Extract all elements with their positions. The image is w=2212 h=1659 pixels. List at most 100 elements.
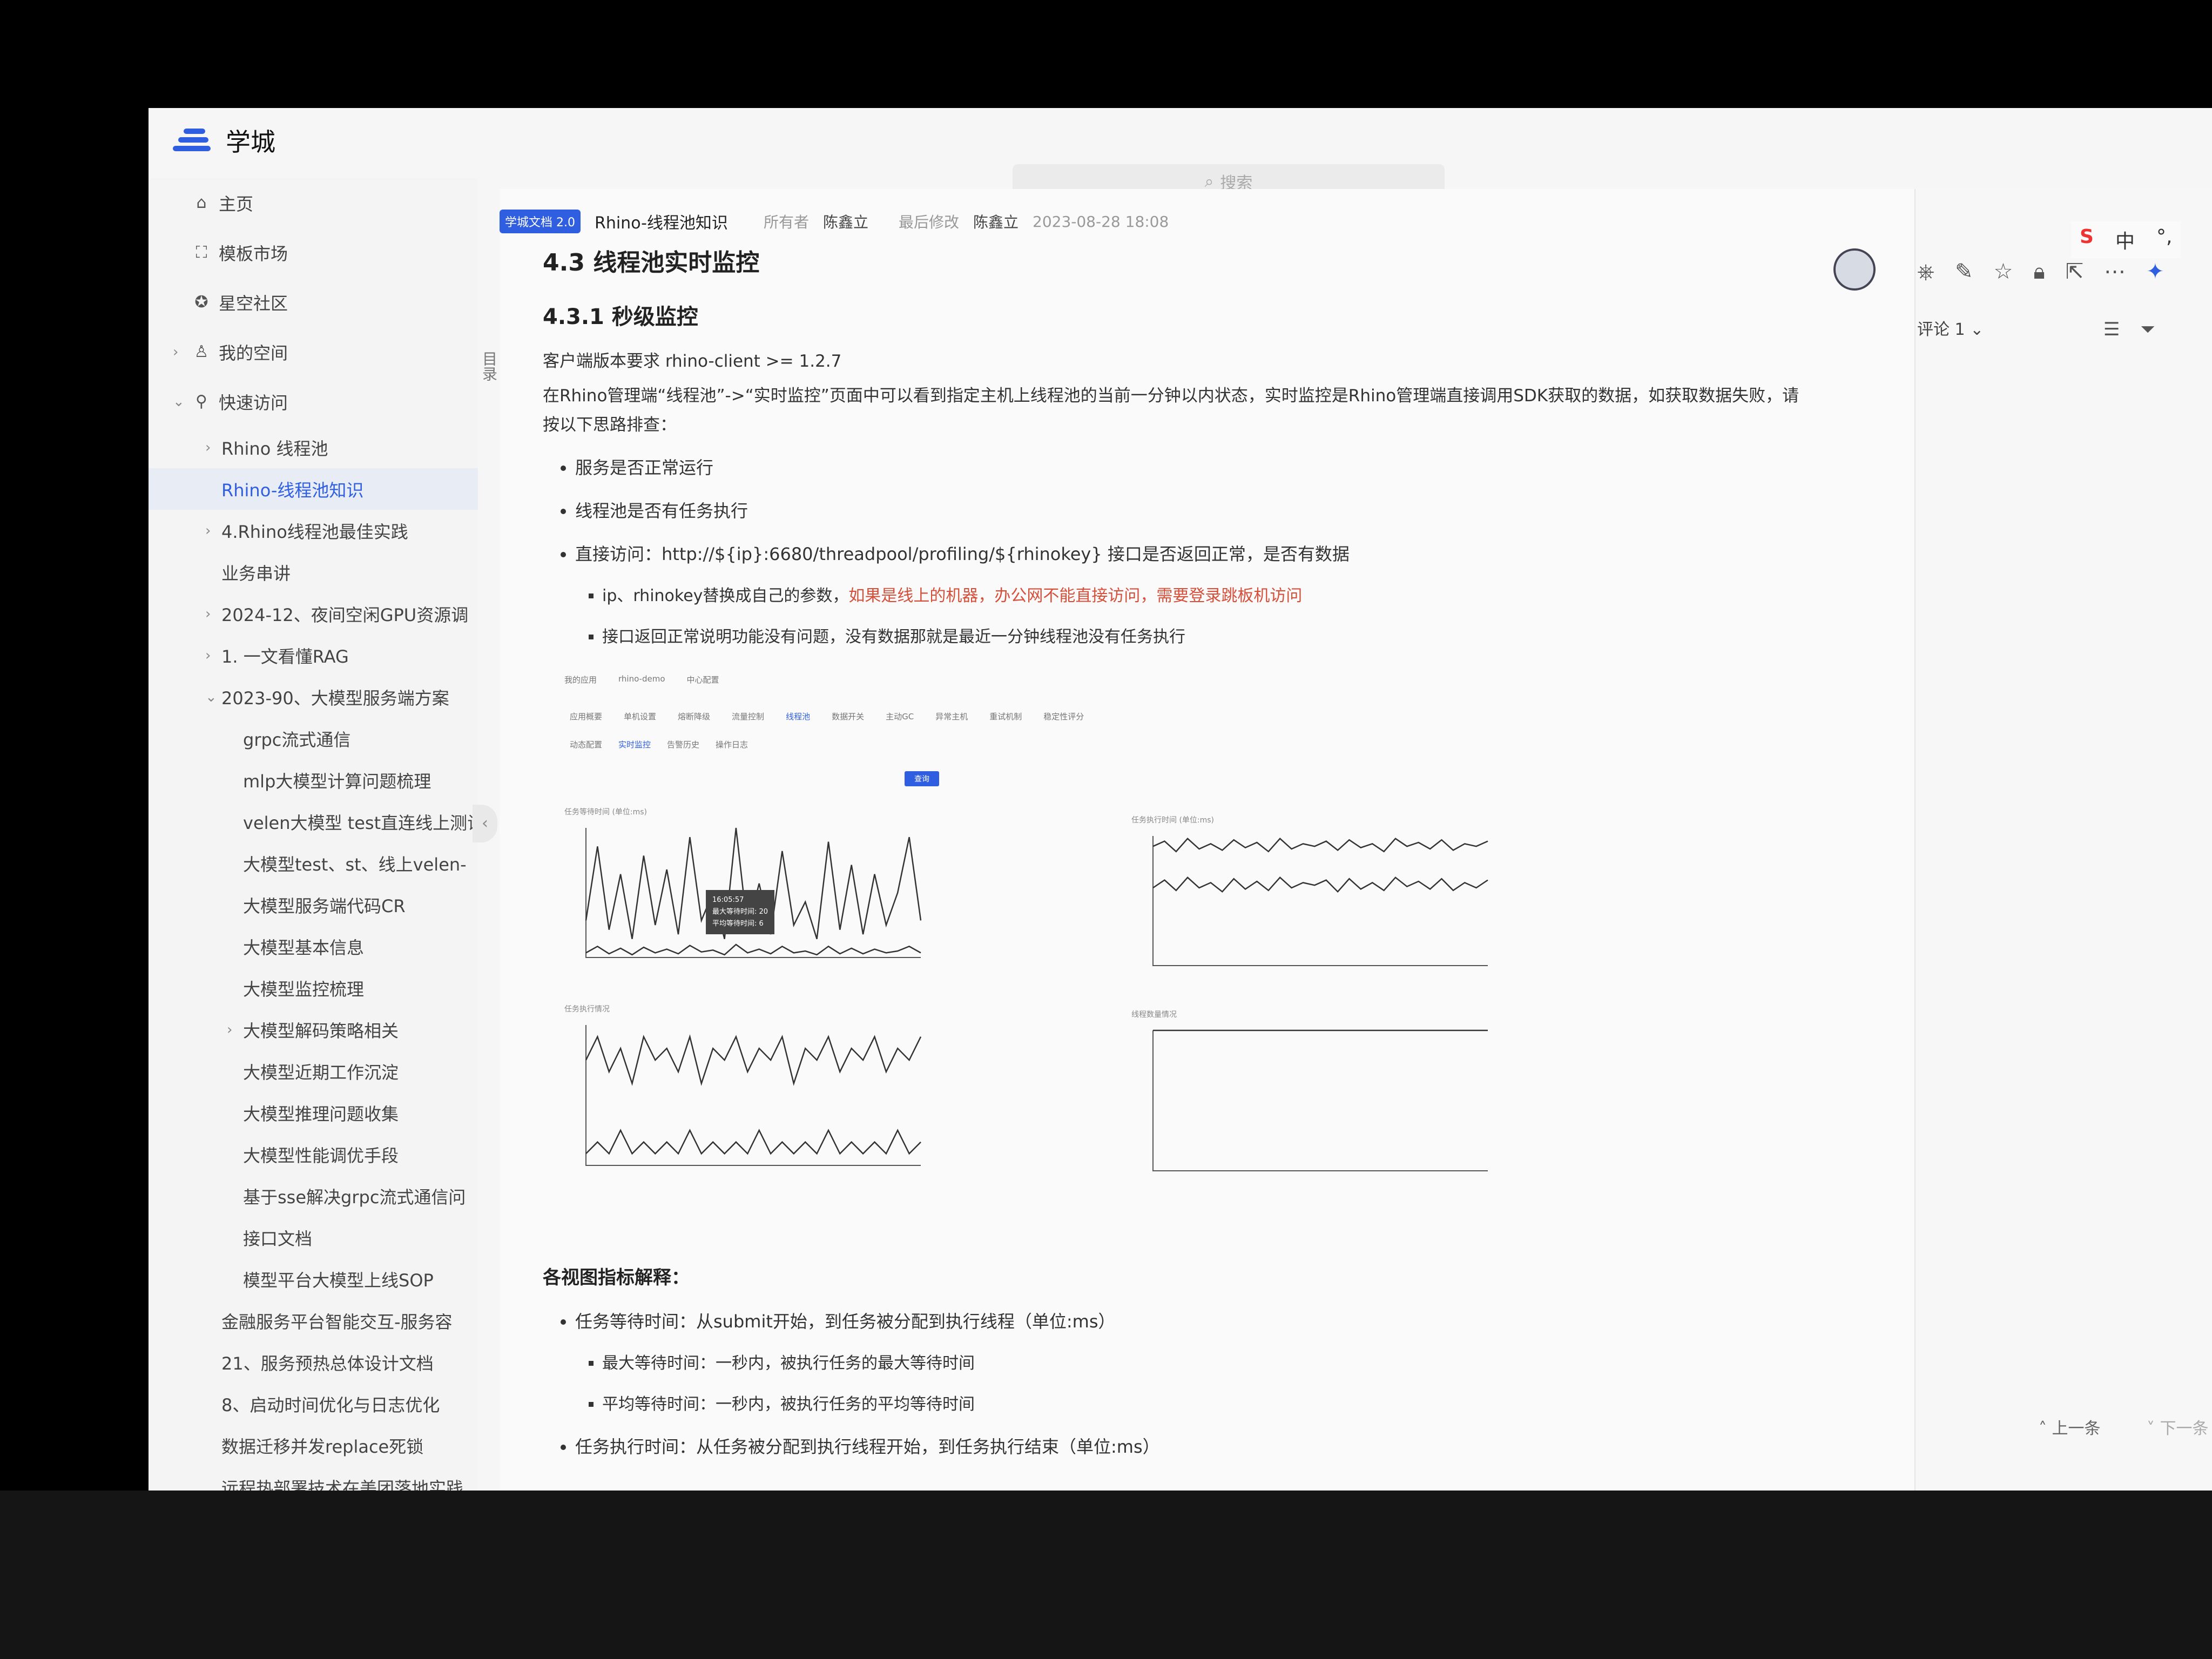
sidebar-tree-item[interactable]: 业务串讲 <box>149 551 478 593</box>
chart-series-line <box>585 1034 922 1086</box>
sidebar-item-label: 我的空间 <box>219 343 288 363</box>
embedded-tab: 应用概要 <box>570 712 603 721</box>
sidebar-tree-item[interactable]: 21、服务预热总体设计文档 <box>149 1341 478 1383</box>
sidebar-tree-label: 大模型性能调优手段 <box>243 1145 399 1166</box>
pin-icon[interactable]: ✎ <box>1955 259 1973 284</box>
quick-access-tree: › Rhino 线程池 Rhino-线程池知识 › 4.Rhino线程池最佳实践业务串讲… <box>149 427 478 1491</box>
chevron-right-icon[interactable]: › <box>173 344 178 360</box>
sidebar-tree-item[interactable]: › 1. 一文看懂RAG <box>149 635 478 676</box>
chevron-right-icon[interactable]: › <box>227 1022 232 1038</box>
sidebar-item-templates[interactable]: ⛶ 模板市场 <box>149 228 478 278</box>
lock-icon[interactable]: 🔒︎ <box>2033 259 2045 284</box>
sidebar-tree-item[interactable]: 远程热部署技术在美团落地实践 <box>149 1466 478 1491</box>
embedded-text: rhino-demo <box>618 674 665 684</box>
sidebar-tree-item[interactable]: › Rhino 线程池 <box>149 427 478 468</box>
right-panel <box>1914 189 2212 1491</box>
list-item-text: 任务等待时间：从submit开始，到任务被分配到执行线程（单位:ms） <box>575 1311 1116 1332</box>
chart-series-line <box>1152 838 1488 853</box>
sidebar: ⌂ 主页 ⛶ 模板市场 ✪ 星空社区 › ♙ 我的空间 ⌄ ⚲ 快速访问 › Rh <box>149 178 478 1491</box>
sidebar-tree-item[interactable]: 接口文档 <box>149 1217 478 1258</box>
sidebar-tree-item[interactable]: › 4.Rhino线程池最佳实践 <box>149 510 478 551</box>
sparkle-icon[interactable]: ✦ <box>2146 259 2164 284</box>
logo[interactable]: 学城 <box>173 123 275 158</box>
layout-icon[interactable]: ☰ <box>2103 319 2120 340</box>
sidebar-tree-item[interactable]: › 2024-12、夜间空闲GPU资源调 <box>149 593 478 635</box>
sidebar-item-my-space[interactable]: › ♙ 我的空间 <box>149 327 478 377</box>
comment-count[interactable]: 评论 1 ⌄ <box>1917 316 1984 340</box>
sidebar-tree-label: 4.Rhino线程池最佳实践 <box>221 521 408 542</box>
embedded-tab: 数据开关 <box>832 712 865 721</box>
filter-icon[interactable]: ⏷ <box>2140 319 2155 340</box>
laptop-bezel <box>0 1491 2212 1659</box>
collapse-sidebar-button[interactable]: ‹ <box>473 805 497 842</box>
ime-logo[interactable]: S <box>2080 226 2094 254</box>
version-badge: 学城文档 2.0 <box>500 210 581 233</box>
sidebar-tree-label: 大模型test、st、线上velen- <box>243 854 467 875</box>
sidebar-item-label: 主页 <box>219 194 254 214</box>
sidebar-tree-item[interactable]: 金融服务平台智能交互-服务容 <box>149 1300 478 1341</box>
list-item: 最大等待时间：一秒内，被执行任务的最大等待时间 <box>602 1343 1812 1384</box>
chart-series-line <box>585 1129 921 1155</box>
embedded-tab: 线程池 <box>786 712 811 721</box>
sidebar-tree-item[interactable]: mlp大模型计算问题梳理 <box>149 759 478 801</box>
chevron-right-icon[interactable]: › <box>205 440 211 456</box>
sidebar-tree-label: 模型平台大模型上线SOP <box>243 1270 434 1291</box>
sidebar-tree-label: 远程热部署技术在美团落地实践 <box>221 1478 464 1491</box>
chevron-right-icon[interactable]: › <box>205 648 211 664</box>
sidebar-tree-item[interactable]: › 大模型解码策略相关 <box>149 1009 478 1050</box>
sidebar-tree-item[interactable]: ⌄ 2023-90、大模型服务端方案 <box>149 676 478 718</box>
next-button[interactable]: ˅ 下一条 <box>2147 1415 2209 1439</box>
ime-toolbar: S 中 °, <box>2071 221 2181 258</box>
ime-punct[interactable]: °, <box>2156 226 2172 254</box>
sidebar-tree-item[interactable]: 大模型服务端代码CR <box>149 884 478 926</box>
sidebar-tree-item[interactable]: grpc流式通信 <box>149 718 478 759</box>
sidebar-tree-item[interactable]: 8、启动时间优化与日志优化 <box>149 1383 478 1425</box>
chart-axis <box>1152 1030 1488 1171</box>
sidebar-tree-item[interactable]: 大模型推理问题收集 <box>149 1092 478 1134</box>
chevron-down-icon[interactable]: ⌄ <box>205 689 217 705</box>
doc-toolbar: ⎈ ✎ ☆ 🔒︎ ⇱ ⋯ ✦ <box>1917 259 2164 284</box>
embedded-subtabs: 动态配置 实时监控 告警历史 操作日志 <box>570 739 748 750</box>
sidebar-item-community[interactable]: ✪ 星空社区 <box>149 278 478 327</box>
sidebar-item-quick-access[interactable]: ⌄ ⚲ 快速访问 <box>149 377 478 427</box>
sidebar-tree-item[interactable]: 模型平台大模型上线SOP <box>149 1258 478 1300</box>
sidebar-tree-item[interactable]: 大模型监控梳理 <box>149 967 478 1009</box>
community-icon: ✪ <box>194 293 208 312</box>
list-item: 服务是否正常运行 <box>575 446 1812 489</box>
sidebar-tree-item[interactable]: 基于sse解决grpc流式通信问 <box>149 1175 478 1217</box>
embedded-tabs: 应用概要 单机设置 熔断降级 流量控制 线程池 数据开关 主动GC 异常主机 重试机制 稳定性评分 <box>570 711 1084 722</box>
star-icon[interactable]: ☆ <box>1994 259 2013 284</box>
sidebar-tree-item[interactable]: 大模型近期工作沉淀 <box>149 1050 478 1092</box>
owner-name[interactable]: 陈鑫立 <box>823 211 868 232</box>
metrics-list: 任务等待时间：从submit开始，到任务被分配到执行线程（单位:ms） 最大等待… <box>543 1300 1812 1468</box>
chevron-down-icon: ˅ <box>2147 1419 2155 1438</box>
prev-button[interactable]: ˄ 上一条 <box>2039 1415 2101 1439</box>
chevron-right-icon[interactable]: › <box>205 523 211 539</box>
chevron-down-icon[interactable]: ⌄ <box>173 394 185 410</box>
sidebar-tree-label: 数据迁移并发replace死锁 <box>221 1436 424 1457</box>
avatar[interactable] <box>1833 248 1876 291</box>
sidebar-tree-item[interactable]: 大模型性能调优手段 <box>149 1134 478 1175</box>
sidebar-tree-item[interactable]: 大模型基本信息 <box>149 926 478 967</box>
share-icon[interactable]: ⎈ <box>1917 259 1934 284</box>
monitor-screenshot: 我的应用 rhino-demo 中心配置 应用概要 单机设置 熔断降级 流量控制 线程池… <box>559 669 1499 1230</box>
sidebar-tree-item[interactable]: Rhino-线程池知识 <box>149 468 478 510</box>
prev-label: 上一条 <box>2052 1419 2101 1438</box>
ime-mode[interactable]: 中 <box>2115 226 2135 254</box>
sidebar-tree-item[interactable]: velen大模型 test直连线上测试 <box>149 801 478 842</box>
more-icon[interactable]: ⋯ <box>2104 259 2126 284</box>
breadcrumb-title[interactable]: Rhino-线程池知识 <box>595 210 728 233</box>
sidebar-tree-label: 大模型监控梳理 <box>243 979 365 1000</box>
list-item: 直接访问：http://${ip}:6680/threadpool/profil… <box>575 532 1812 658</box>
sidebar-tree-label: 8、启动时间优化与日志优化 <box>221 1394 440 1415</box>
chevron-right-icon[interactable]: › <box>205 606 211 622</box>
open-external-icon[interactable]: ⇱ <box>2066 259 2084 284</box>
version-requirement: 客户端版本要求 rhino-client >= 1.2.7 <box>543 352 842 371</box>
sidebar-item-home[interactable]: ⌂ 主页 <box>149 178 478 228</box>
sidebar-tree-item[interactable]: 数据迁移并发replace死锁 <box>149 1425 478 1466</box>
sidebar-tree-label: 大模型服务端代码CR <box>243 895 406 916</box>
toc-toggle[interactable]: 目录 <box>478 351 500 381</box>
sidebar-tree-item[interactable]: 大模型test、st、线上velen- <box>149 842 478 884</box>
warning-text: 如果是线上的机器，办公网不能直接访问，需要登录跳板机访问 <box>848 586 1303 605</box>
modified-by[interactable]: 陈鑫立 <box>973 211 1019 232</box>
